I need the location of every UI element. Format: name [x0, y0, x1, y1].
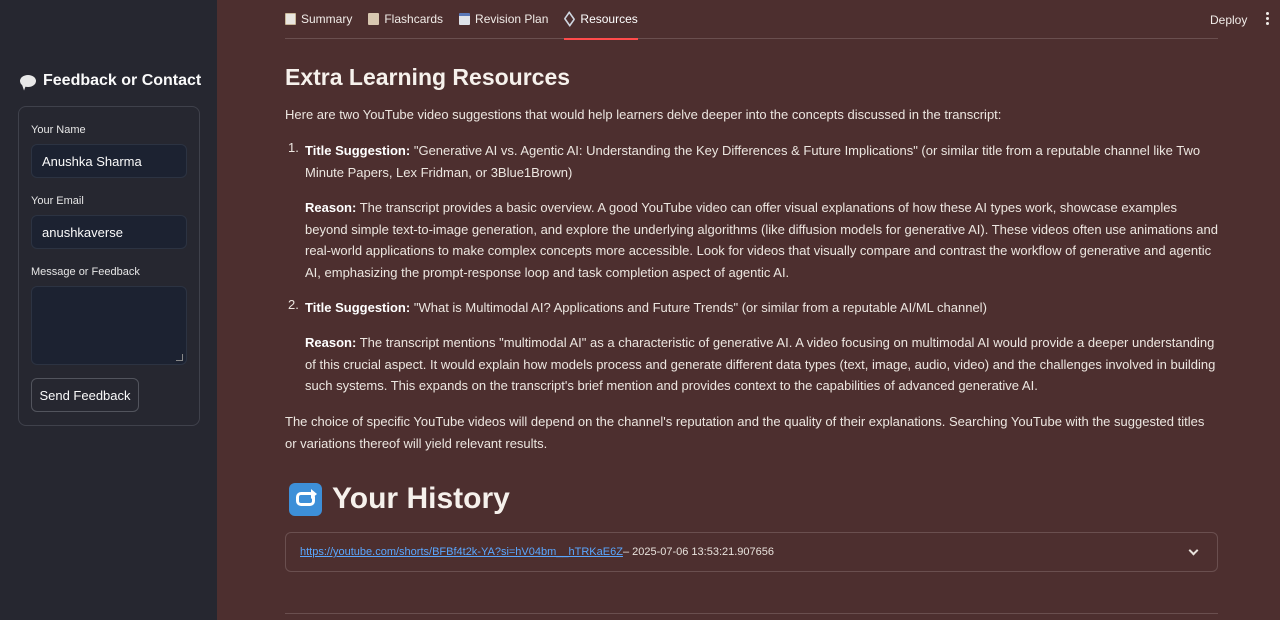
sidebar-title-text: Feedback or Contact: [43, 72, 202, 89]
tab-flashcards-label: Flashcards: [384, 12, 444, 26]
title-suggestion-label: Title Suggestion:: [305, 300, 411, 315]
tab-flashcards[interactable]: Flashcards: [368, 0, 443, 39]
suggestion-reason: Reason: The transcript mentions "multimo…: [305, 332, 1218, 397]
intro-text: Here are two YouTube video suggestions t…: [285, 107, 1002, 122]
name-label: Your Name: [31, 124, 86, 136]
history-timestamp: – 2025-07-06 13:53:21.907656: [622, 546, 775, 558]
history-title-text: Your History: [332, 482, 510, 515]
item-number: 1.: [288, 140, 299, 155]
sidebar-title: Feedback or Contact: [20, 72, 201, 90]
sidebar: Feedback or Contact Your Name Anushka Sh…: [0, 0, 217, 620]
email-label: Your Email: [31, 195, 84, 207]
history-expander[interactable]: https://youtube.com/shorts/BFBf4t2k-YA?s…: [285, 532, 1218, 572]
reason-text: The transcript provides a basic overview…: [305, 200, 1218, 281]
divider: [285, 613, 1218, 614]
chevron-down-icon[interactable]: [1188, 545, 1199, 556]
title-suggestion-text: "What is Multimodal AI? Applications and…: [413, 300, 987, 315]
tab-revision-plan[interactable]: Revision Plan: [459, 0, 548, 39]
feedback-form: Your Name Anushka Sharma Your Email anus…: [18, 106, 200, 426]
item-number: 2.: [288, 297, 299, 312]
tab-bar: Summary Flashcards Revision Plan Resourc…: [285, 0, 1218, 40]
link-icon: [564, 10, 576, 28]
outro-text: The choice of specific YouTube videos wi…: [285, 414, 1205, 451]
send-feedback-button[interactable]: Send Feedback: [31, 378, 139, 412]
tab-resources-label: Resources: [580, 12, 638, 26]
tab-revision-plan-label: Revision Plan: [475, 12, 549, 26]
calendar-icon: [459, 13, 471, 25]
message-textarea[interactable]: [31, 286, 187, 365]
suggestion-reason: Reason: The transcript provides a basic …: [305, 197, 1218, 284]
repeat-icon: [289, 482, 322, 516]
suggestion-title: Title Suggestion: "Generative AI vs. Age…: [305, 140, 1218, 183]
title-suggestion-text: "Generative AI vs. Agentic AI: Understan…: [305, 143, 1201, 180]
deploy-button[interactable]: Deploy: [1210, 13, 1247, 27]
name-input[interactable]: Anushka Sharma: [31, 144, 187, 178]
page-title: Extra Learning Resources: [285, 64, 571, 90]
card-icon: [368, 13, 380, 25]
message-label: Message or Feedback: [31, 266, 140, 278]
reason-label: Reason:: [305, 200, 357, 215]
reason-text: The transcript mentions "multimodal AI" …: [305, 335, 1216, 394]
document-icon: [285, 13, 296, 25]
email-input[interactable]: anushkaverse: [31, 215, 187, 249]
tab-resources[interactable]: Resources: [564, 0, 639, 40]
title-suggestion-label: Title Suggestion:: [305, 143, 411, 158]
tab-summary-label: Summary: [301, 12, 353, 26]
suggestion-title: Title Suggestion: "What is Multimodal AI…: [305, 297, 1218, 319]
more-menu-icon[interactable]: [1264, 12, 1270, 25]
history-link[interactable]: https://youtube.com/shorts/BFBf4t2k-YA?s…: [300, 546, 623, 558]
tab-summary[interactable]: Summary: [285, 0, 352, 39]
history-heading: Your History: [289, 482, 510, 516]
speech-bubble-icon: [20, 75, 36, 87]
reason-label: Reason:: [305, 335, 357, 350]
